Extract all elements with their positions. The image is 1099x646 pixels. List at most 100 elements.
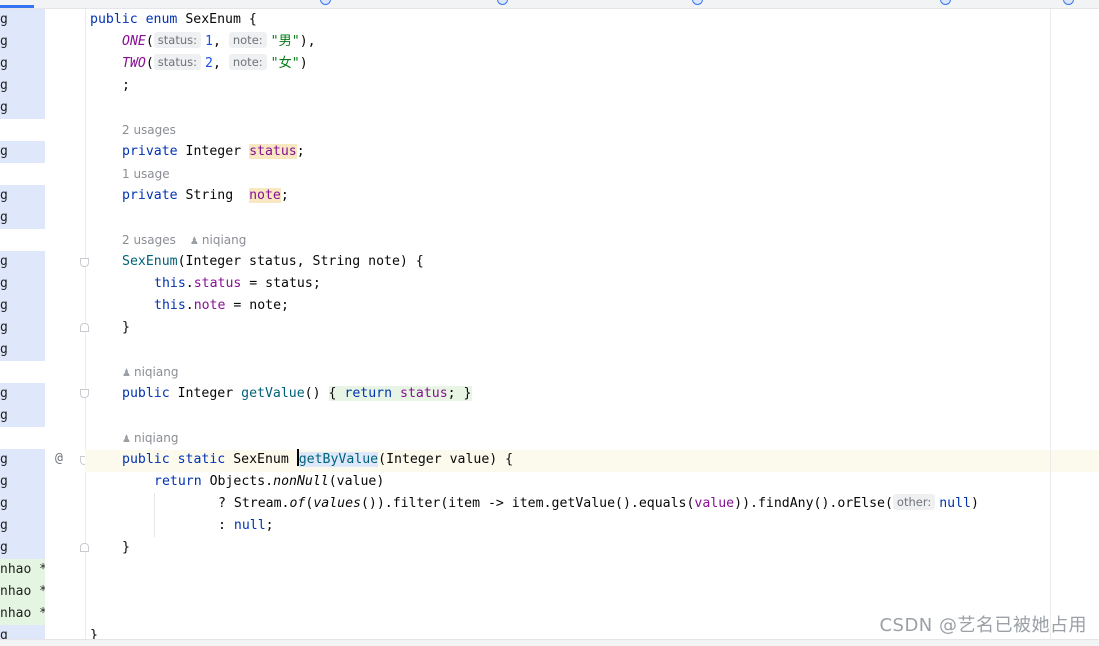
- assignment: = note;: [225, 298, 290, 313]
- number-literal: 1: [205, 34, 213, 49]
- field-name: note: [249, 188, 281, 203]
- person-icon: ♟: [122, 434, 131, 445]
- code-line-7[interactable]: SexEnum(Integer status, String note) {: [122, 251, 424, 273]
- blame-annotation[interactable]: g: [0, 625, 45, 639]
- blame-annotation[interactable]: g: [0, 273, 45, 295]
- author-name[interactable]: niqiang: [134, 431, 178, 445]
- enum-constant: ONE: [122, 34, 146, 49]
- blame-annotation[interactable]: g: [0, 185, 45, 207]
- field-name: status: [400, 386, 448, 401]
- enum-constant: TWO: [122, 56, 146, 71]
- blame-annotation[interactable]: g: [0, 405, 45, 427]
- method-name: getByValue: [298, 452, 379, 467]
- class-reference: Objects.: [209, 474, 274, 489]
- folded-body[interactable]: { return status; }: [328, 386, 472, 401]
- person-icon: ♟: [122, 368, 131, 379]
- blame-annotation[interactable]: g: [0, 493, 45, 515]
- paren: (: [145, 34, 154, 49]
- assignment: = status;: [241, 276, 321, 291]
- code-line-2[interactable]: ONE(status: 1, note: "男"),: [122, 31, 316, 53]
- blame-annotation[interactable]: g: [0, 471, 45, 493]
- code-editor[interactable]: public enum SexEnum { ONE(status: 1, note…: [85, 9, 1099, 639]
- code-line-6[interactable]: private String note;: [122, 185, 289, 207]
- code-line-11[interactable]: public Integer getValue() { return statu…: [122, 383, 472, 405]
- author-name[interactable]: niqiang: [202, 233, 246, 247]
- code-line-12[interactable]: public static SexEnum getByValue(Integer…: [122, 449, 513, 471]
- file-tab-icon[interactable]: [692, 0, 703, 5]
- keyword: public: [90, 12, 138, 27]
- blame-annotation[interactable]: g: [0, 383, 45, 405]
- keyword: private: [122, 144, 178, 159]
- indent-guide: [154, 493, 155, 537]
- blame-annotation[interactable]: g: [0, 449, 45, 471]
- field-name: status: [193, 276, 242, 291]
- blame-annotation[interactable]: g: [0, 317, 45, 339]
- code-line-14[interactable]: ? Stream.of(values()).filter(item -> ite…: [218, 493, 979, 515]
- usages-count[interactable]: 2 usages: [122, 233, 176, 247]
- code-line-4[interactable]: ;: [122, 75, 130, 97]
- brace: }: [463, 386, 472, 401]
- editor-tab-strip[interactable]: [0, 0, 1099, 9]
- comma: ,: [212, 34, 221, 49]
- blame-annotation[interactable]: g: [0, 31, 45, 53]
- blame-annotation[interactable]: g: [0, 295, 45, 317]
- blame-annotation[interactable]: g: [0, 53, 45, 75]
- paren: ),: [299, 34, 316, 49]
- file-tab-icon[interactable]: [320, 0, 331, 5]
- blame-annotation[interactable]: g: [0, 515, 45, 537]
- file-tab-icon[interactable]: [497, 0, 508, 5]
- person-icon: ♟: [189, 236, 199, 247]
- static-call: nonNull: [273, 474, 329, 489]
- code-line-13[interactable]: return Objects.nonNull(value): [154, 471, 384, 493]
- blame-annotation[interactable]: g: [0, 75, 45, 97]
- code-line-5[interactable]: private Integer status;: [122, 141, 305, 163]
- code-line-8[interactable]: this.status = status;: [154, 273, 321, 295]
- code-line-17[interactable]: }: [90, 625, 98, 639]
- keyword: null: [233, 518, 266, 533]
- file-tab-icon[interactable]: [940, 0, 951, 5]
- usages-hint[interactable]: 2 usages: [122, 119, 176, 141]
- paren: ): [971, 496, 979, 511]
- override-at-icon[interactable]: @: [55, 451, 63, 466]
- blame-annotation[interactable]: g: [0, 207, 45, 229]
- semicolon: ;: [265, 518, 274, 533]
- code-line-9[interactable]: this.note = note;: [154, 295, 289, 317]
- author-hint[interactable]: ♟ niqiang: [122, 361, 178, 383]
- code-line-15[interactable]: : null;: [218, 515, 274, 537]
- blame-annotation[interactable]: g: [0, 141, 45, 163]
- file-tab-icon[interactable]: [1063, 0, 1074, 5]
- blame-annotation[interactable]: nhao *: [0, 603, 45, 625]
- usages-hint[interactable]: 1 usage: [122, 163, 170, 185]
- blame-annotation[interactable]: nhao *: [0, 581, 45, 603]
- blame-annotation[interactable]: nhao *: [0, 559, 45, 581]
- parameter-list: (Integer status, String note) {: [177, 254, 424, 269]
- parameter-hint: note:: [228, 54, 267, 70]
- semicolon: ;: [280, 188, 289, 203]
- code-line-3[interactable]: TWO(status: 2, note: "女"): [122, 53, 308, 75]
- code-line-16[interactable]: }: [122, 537, 130, 559]
- static-call: of: [289, 496, 306, 511]
- static-call: values: [313, 496, 361, 511]
- author-hint[interactable]: ♟ niqiang: [122, 427, 178, 449]
- blame-annotation[interactable]: g: [0, 9, 45, 31]
- constructor-name: SexEnum: [122, 254, 178, 269]
- code-line-10[interactable]: }: [122, 317, 130, 339]
- keyword: null: [939, 496, 971, 511]
- dot: .: [185, 298, 194, 313]
- keyword: return: [344, 386, 393, 401]
- field-name: status: [249, 144, 297, 159]
- type-name: SexEnum: [233, 452, 289, 467]
- blame-annotation[interactable]: g: [0, 97, 45, 119]
- usages-author-hint[interactable]: 2 usages ♟ niqiang: [122, 229, 246, 251]
- code-line-1[interactable]: public enum SexEnum {: [90, 9, 257, 31]
- blame-annotation[interactable]: g: [0, 251, 45, 273]
- string-literal: "男": [270, 34, 300, 49]
- arguments: (value): [328, 474, 385, 489]
- blame-annotation[interactable]: g: [0, 339, 45, 361]
- blame-annotation[interactable]: g: [0, 537, 45, 559]
- paren: (): [304, 386, 321, 401]
- author-name[interactable]: niqiang: [134, 365, 178, 379]
- string-literal: "女": [270, 56, 300, 71]
- vcs-annotation-column[interactable]: g g g g g g g g g g g g g g g g g g g g …: [0, 9, 45, 639]
- parameter-hint: status:: [153, 32, 201, 48]
